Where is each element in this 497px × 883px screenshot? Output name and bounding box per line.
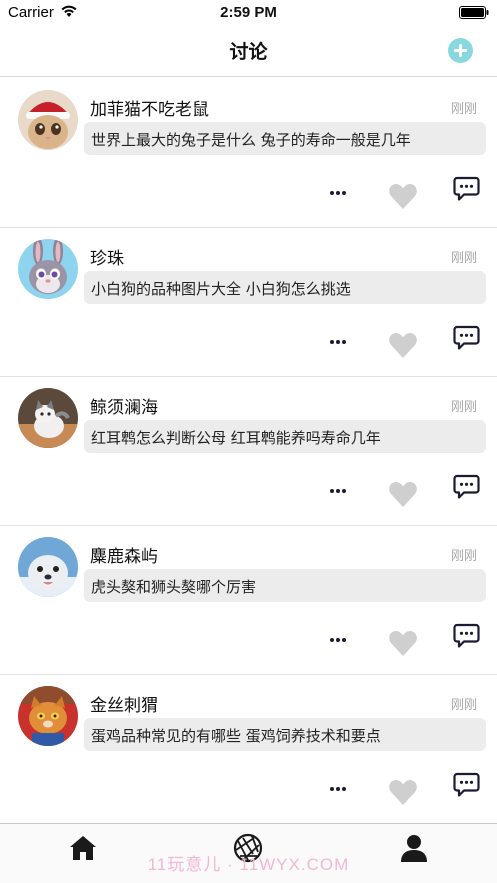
avatar[interactable]	[18, 90, 78, 150]
post-content[interactable]: 蛋鸡品种常见的有哪些 蛋鸡饲养技术和要点	[84, 718, 486, 751]
post-content[interactable]: 虎头獒和狮头獒哪个厉害	[84, 569, 486, 602]
more-dots-icon[interactable]	[327, 337, 349, 347]
avatar[interactable]	[18, 239, 78, 299]
heart-icon[interactable]	[388, 778, 418, 806]
clock: 2:59 PM	[220, 4, 277, 21]
watermark: 11玩意儿 · 11WYX.COM	[147, 855, 350, 874]
comment-icon[interactable]	[453, 325, 480, 351]
heart-icon[interactable]	[388, 480, 418, 508]
username[interactable]: 鲸须澜海	[90, 393, 158, 418]
kitten-santa-hat-avatar	[18, 90, 78, 150]
post-content[interactable]: 红耳鹎怎么判断公母 红耳鹎能养吗寿命几年	[84, 420, 486, 453]
post-content[interactable]: 小白狗的品种图片大全 小白狗怎么挑选	[84, 271, 486, 304]
post-content[interactable]: 世界上最大的兔子是什么 兔子的寿命一般是几年	[84, 122, 486, 155]
heart-icon[interactable]	[388, 331, 418, 359]
comment-icon[interactable]	[453, 772, 480, 798]
seal-photo-avatar	[18, 537, 78, 597]
post-time: 刚刚	[450, 698, 477, 713]
add-post-button[interactable]	[448, 38, 473, 63]
comment-icon[interactable]	[453, 474, 480, 500]
post-item[interactable]: 鲸须澜海 刚刚 红耳鹎怎么判断公母 红耳鹎能养吗寿命几年	[0, 376, 497, 526]
kitten-photo-avatar	[18, 388, 78, 448]
more-dots-icon[interactable]	[327, 784, 349, 794]
username[interactable]: 麋鹿森屿	[90, 542, 158, 567]
post-time: 刚刚	[450, 102, 477, 117]
tab-bar: 11玩意儿 · 11WYX.COM	[0, 823, 497, 883]
post-time: 刚刚	[450, 549, 477, 564]
avatar[interactable]	[18, 686, 78, 746]
post-item[interactable]: 珍珠 刚刚 小白狗的品种图片大全 小白狗怎么挑选	[0, 227, 497, 377]
username[interactable]: 珍珠	[90, 244, 124, 269]
post-time: 刚刚	[450, 400, 477, 415]
battery-icon	[459, 6, 489, 19]
cartoon-bunny-avatar	[18, 239, 78, 299]
post-time: 刚刚	[450, 251, 477, 266]
more-dots-icon[interactable]	[327, 486, 349, 496]
nav-bar: 讨论	[0, 26, 497, 77]
heart-icon[interactable]	[388, 629, 418, 657]
username[interactable]: 金丝刺猬	[90, 691, 158, 716]
post-item[interactable]: 加菲猫不吃老鼠 刚刚 世界上最大的兔子是什么 兔子的寿命一般是几年	[0, 78, 497, 228]
avatar[interactable]	[18, 537, 78, 597]
page-title: 讨论	[229, 41, 268, 63]
post-item[interactable]: 麋鹿森屿 刚刚 虎头獒和狮头獒哪个厉害	[0, 525, 497, 675]
comment-icon[interactable]	[453, 176, 480, 202]
more-dots-icon[interactable]	[327, 635, 349, 645]
post-item[interactable]: 金丝刺猬 刚刚 蛋鸡品种常见的有哪些 蛋鸡饲养技术和要点	[0, 674, 497, 824]
username[interactable]: 加菲猫不吃老鼠	[90, 95, 209, 120]
heart-icon[interactable]	[388, 182, 418, 210]
status-bar: Carrier 2:59 PM	[0, 0, 497, 26]
more-dots-icon[interactable]	[327, 188, 349, 198]
avatar[interactable]	[18, 388, 78, 448]
orange-cat-photo-avatar	[18, 686, 78, 746]
comment-icon[interactable]	[453, 623, 480, 649]
